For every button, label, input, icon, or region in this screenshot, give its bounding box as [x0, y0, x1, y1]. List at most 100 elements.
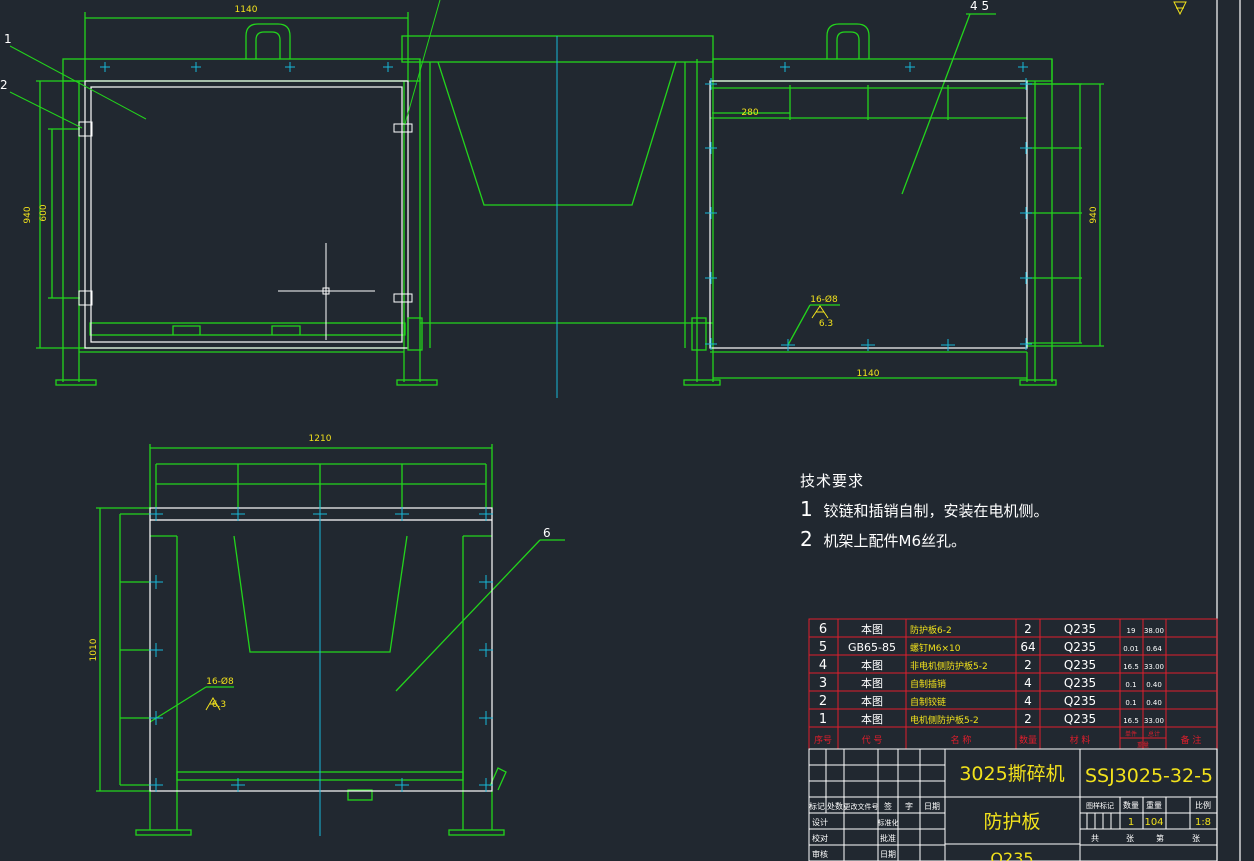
parts-cell-no: 2	[819, 694, 827, 709]
parts-cell-material: Q235	[1064, 622, 1096, 636]
parts-cell-name: 自制铰链	[910, 696, 946, 708]
dim-bottom-height: 1010	[89, 638, 99, 661]
header-material: 材 料	[1070, 734, 1091, 746]
parts-cell-qty: 4	[1024, 694, 1032, 708]
balloon-1: 1	[4, 32, 12, 46]
parts-cell-code: 本图	[861, 694, 883, 708]
top-right-view	[683, 13, 1104, 386]
tb-sheet-total: 共	[1091, 834, 1099, 843]
parts-cell-total: 0.40	[1146, 699, 1162, 707]
tb-label-sign2: 字	[905, 801, 913, 811]
corner-mark	[1173, 1, 1187, 16]
parts-cell-name: 自制插销	[910, 678, 946, 690]
dim-bottom-width: 1210	[309, 434, 332, 444]
parts-cell-qty: 4	[1024, 676, 1032, 690]
parts-cell-no: 6	[819, 622, 827, 637]
tech-req-item-1: 1 铰链和插销自制，安装在电机侧。	[800, 497, 1049, 521]
tb-quantity: 1	[1128, 817, 1134, 828]
tb-sheet-no: 第	[1156, 833, 1164, 843]
balloon-4-5: 4 5	[970, 0, 989, 13]
header-no: 序号	[814, 734, 832, 746]
tech-req-text: 机架上配件M6丝孔。	[823, 532, 967, 550]
parts-cell-material: Q235	[1064, 712, 1096, 726]
tb-label-date2: 日期	[880, 850, 896, 859]
parts-cell-qty: 64	[1020, 640, 1035, 654]
part-name: 防护板	[983, 811, 1040, 833]
tech-req-num: 1	[800, 497, 813, 521]
parts-cell-name: 螺钉M6×10	[910, 643, 961, 654]
parts-cell-no: 1	[819, 712, 827, 727]
parts-cell-unit: 19	[1127, 627, 1136, 635]
roughness-bottom: 6.3	[212, 700, 226, 710]
tb-label-approve: 批准	[880, 833, 896, 843]
title-block-text: 3025撕碎机 SSJ3025-32-5 防护板 Q235 标记 处数 更改文件…	[809, 763, 1213, 861]
dim-top-left-width: 1140	[235, 5, 258, 15]
drawing-frame	[1216, 0, 1241, 861]
parts-cell-total: 0.40	[1146, 681, 1162, 689]
tb-weight: 104	[1144, 817, 1163, 828]
parts-cell-total: 33.00	[1144, 717, 1164, 725]
technical-requirements: 技术要求 1 铰链和插销自制，安装在电机侧。 2 机架上配件M6丝孔。	[800, 470, 1049, 551]
header-total: 总计	[1148, 730, 1160, 738]
header-code: 代 号	[862, 735, 883, 746]
parts-cell-total: 38.00	[1144, 627, 1164, 635]
tb-sheet-unit2: 张	[1192, 834, 1200, 843]
tb-sheet-unit1: 张	[1126, 834, 1134, 843]
tb-stage-mark: 图样标记	[1086, 801, 1114, 810]
dim-top-right-width: 1140	[857, 369, 880, 379]
parts-cell-code: 本图	[861, 622, 883, 636]
drawing-number: SSJ3025-32-5	[1085, 765, 1213, 787]
parts-cell-material: Q235	[1064, 676, 1096, 690]
header-unit: 单件	[1125, 730, 1137, 738]
roughness-top-right: 6.3	[819, 319, 833, 329]
header-qty: 数量	[1019, 734, 1037, 746]
tb-stage-scale: 比例	[1195, 800, 1211, 810]
parts-cell-no: 3	[819, 676, 827, 691]
cad-drawing-canvas: 1140 940 600 280 1140 940 16-Ø8 6.3 1210…	[0, 0, 1241, 861]
balloon-2: 2	[0, 78, 8, 92]
parts-cell-material: Q235	[1064, 658, 1096, 672]
parts-cell-unit: 16.5	[1123, 663, 1139, 671]
tb-stage-weight: 重量	[1146, 800, 1162, 810]
dim-top-right-offset: 280	[741, 108, 758, 118]
tb-label-date: 日期	[924, 802, 940, 811]
bottom-view	[96, 444, 565, 836]
hole-note-top-right: 16-Ø8	[810, 294, 838, 305]
tb-scale: 1:8	[1195, 817, 1211, 828]
parts-cell-name: 防护板6-2	[910, 624, 952, 636]
parts-cell-material: Q235	[1064, 694, 1096, 708]
parts-cell-code: 本图	[861, 712, 883, 726]
dim-top-right-height: 940	[1089, 206, 1099, 223]
hole-note-bottom: 16-Ø8	[206, 676, 234, 687]
tech-req-num: 2	[800, 527, 813, 551]
tb-label-docno: 更改文件号	[844, 802, 879, 811]
tb-stage-qty: 数量	[1123, 800, 1139, 810]
header-name: 名 称	[951, 734, 972, 746]
parts-cell-code: 本图	[861, 658, 883, 672]
parts-cell-name: 电机侧防护板5-2	[910, 714, 979, 726]
parts-cell-material: Q235	[1064, 640, 1096, 654]
parts-cell-unit: 0.1	[1125, 681, 1136, 689]
parts-cell-qty: 2	[1024, 622, 1032, 636]
tb-label-count: 处数	[827, 801, 843, 811]
tb-label-check: 校对	[812, 833, 828, 843]
balloon-6: 6	[543, 526, 551, 540]
tb-label-audit: 审核	[812, 849, 828, 859]
parts-cell-unit: 0.01	[1123, 645, 1139, 653]
parts-cell-qty: 2	[1024, 712, 1032, 726]
header-remark: 备 注	[1181, 734, 1202, 746]
parts-cell-code: 本图	[861, 676, 883, 690]
tech-req-title: 技术要求	[800, 472, 865, 490]
tech-req-text: 铰链和插销自制，安装在电机侧。	[823, 502, 1049, 520]
dim-top-left-height-outer: 940	[23, 206, 33, 223]
tech-req-item-2: 2 机架上配件M6丝孔。	[800, 527, 1049, 551]
dim-top-left-height-inner: 600	[39, 204, 49, 221]
tb-label-standard: 标准化	[878, 818, 899, 827]
header-weight: 重量	[1137, 741, 1149, 749]
tb-label-design: 设计	[812, 817, 828, 827]
hopper-view	[401, 35, 714, 398]
parts-cell-name: 非电机侧防护板5-2	[910, 660, 988, 672]
parts-cell-total: 0.64	[1146, 645, 1162, 653]
tb-label-sign1: 签	[884, 801, 892, 811]
parts-cell-no: 4	[819, 658, 827, 673]
